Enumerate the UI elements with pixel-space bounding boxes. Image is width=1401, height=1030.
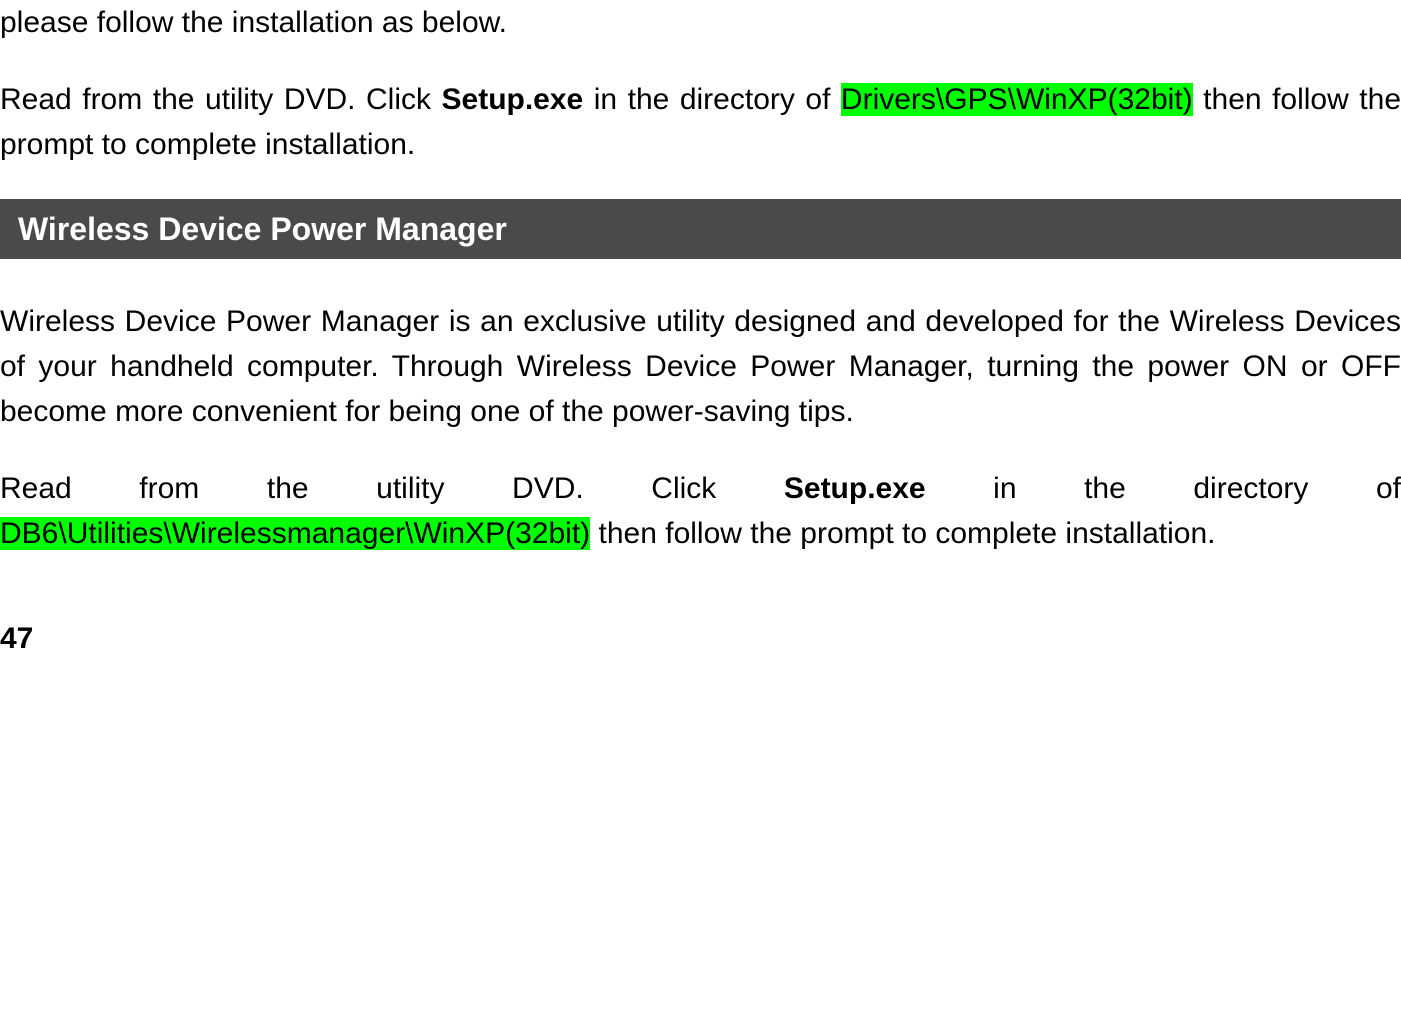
- gps-setup-exe: Setup.exe: [442, 83, 584, 116]
- intro-text: please follow the installation as below.: [0, 6, 507, 39]
- wireless-mid: in the directory of: [926, 472, 1401, 505]
- paragraph-wireless-install: Read from the utility DVD. Click Setup.e…: [0, 466, 1401, 556]
- wireless-suffix: then follow the prompt to complete insta…: [590, 517, 1215, 550]
- page-number: 47: [0, 616, 1401, 661]
- section-header-wireless: Wireless Device Power Manager: [0, 199, 1401, 259]
- paragraph-wireless-desc: Wireless Device Power Manager is an excl…: [0, 299, 1401, 434]
- page-number-text: 47: [0, 622, 33, 655]
- document-content: please follow the installation as below.…: [0, 0, 1401, 661]
- wireless-setup-exe: Setup.exe: [784, 472, 926, 505]
- wireless-desc-text: Wireless Device Power Manager is an excl…: [0, 305, 1401, 428]
- paragraph-gps-install: Read from the utility DVD. Click Setup.e…: [0, 77, 1401, 167]
- gps-prefix: Read from the utility DVD. Click: [0, 83, 442, 116]
- wireless-path-highlight: DB6\Utilities\Wirelessmanager\WinXP(32bi…: [0, 517, 590, 550]
- section-header-text: Wireless Device Power Manager: [0, 211, 507, 247]
- wireless-prefix: Read from the utility DVD. Click: [0, 472, 784, 505]
- paragraph-intro: please follow the installation as below.: [0, 0, 1401, 45]
- gps-mid: in the directory of: [583, 83, 841, 116]
- gps-path-highlight: Drivers\GPS\WinXP(32bit): [841, 83, 1193, 116]
